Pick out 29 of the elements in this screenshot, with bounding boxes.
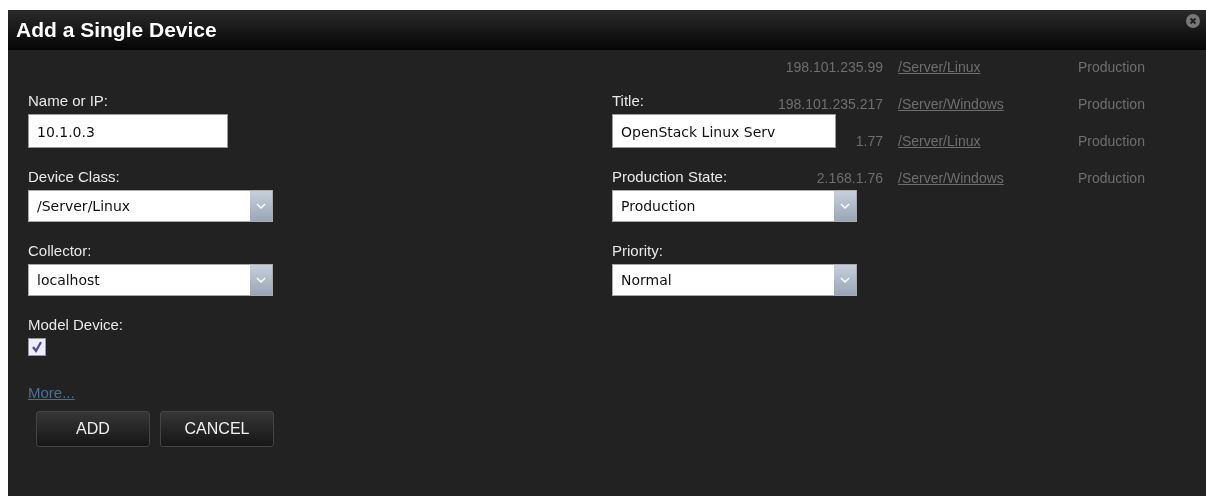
- chevron-down-icon[interactable]: [256, 202, 266, 210]
- chevron-down-icon[interactable]: [840, 202, 850, 210]
- chevron-down-icon[interactable]: [840, 276, 850, 284]
- field-label: Device Class:: [28, 168, 120, 186]
- add-button[interactable]: ADD: [36, 411, 150, 447]
- ip-address: 198.101.235.217: [776, 95, 883, 112]
- field-label: Priority:: [612, 242, 663, 260]
- production-state: Production: [1078, 58, 1145, 75]
- dropdown[interactable]: Production: [612, 190, 857, 222]
- field-label: Model Device:: [28, 316, 124, 334]
- input-field[interactable]: OpenStack Linux Serv: [612, 114, 836, 148]
- field-label: Name or IP:: [28, 92, 109, 110]
- close-icon[interactable]: [1186, 14, 1200, 28]
- production-state: Production: [1078, 169, 1145, 186]
- field-label: Collector:: [28, 242, 92, 260]
- input-field[interactable]: 10.1.0.3: [28, 114, 228, 148]
- cancel-button[interactable]: CANCEL: [160, 411, 274, 447]
- ip-address: 2.168.1.76: [815, 169, 883, 186]
- checkbox[interactable]: [28, 338, 46, 356]
- ip-address: 198.101.235.99: [784, 58, 883, 75]
- dropdown[interactable]: /Server/Linux: [28, 190, 273, 222]
- field-label: Title:: [612, 92, 644, 110]
- field-label: Production State:: [612, 168, 728, 186]
- dropdown[interactable]: Normal: [612, 264, 857, 296]
- chevron-down-icon[interactable]: [256, 276, 266, 284]
- production-state: Production: [1078, 132, 1145, 149]
- dropdown[interactable]: localhost: [28, 264, 273, 296]
- production-state: Production: [1078, 95, 1145, 112]
- dialog-title: Add a Single Device: [16, 18, 217, 42]
